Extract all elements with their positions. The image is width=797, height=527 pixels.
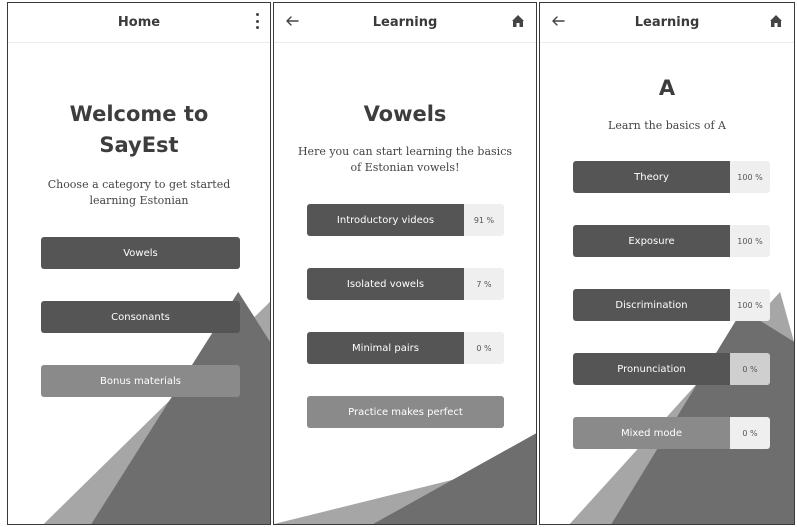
item-label: Introductory videos	[307, 204, 464, 236]
top-app-bar: Learning	[540, 3, 794, 43]
item-label: Pronunciation	[573, 353, 730, 385]
vowels-subtitle: Here you can start learning the basics o…	[274, 144, 536, 176]
home-subtitle: Choose a category to get started learnin…	[8, 177, 270, 209]
app-bar-title: Home	[117, 15, 161, 30]
home-subtitle-line2: learning Estonian	[89, 194, 189, 207]
arrow-left-icon[interactable]	[284, 13, 300, 29]
welcome-heading-line1: Welcome to	[69, 102, 209, 126]
theory-item[interactable]: Theory 100 %	[573, 161, 770, 193]
isolated-vowels-item[interactable]: Isolated vowels 7 %	[307, 268, 504, 300]
home-screen: Home Welcome to SayEst Choose a category…	[7, 2, 271, 525]
letter-heading: A	[658, 76, 676, 100]
letter-subtitle: Learn the basics of A	[608, 119, 726, 132]
vowels-screen: Learning Vowels Here you can start learn…	[273, 2, 537, 525]
item-percent: 0 %	[730, 353, 770, 385]
home-subtitle-line1: Choose a category to get started	[47, 178, 231, 191]
item-percent: 100 %	[730, 161, 770, 193]
item-label: Theory	[573, 161, 730, 193]
letter-a-screen: Learning A Learn the basics of A Theory …	[539, 2, 795, 525]
item-percent: 100 %	[730, 225, 770, 257]
item-percent: 7 %	[464, 268, 504, 300]
item-label: Mixed mode	[573, 417, 730, 449]
top-app-bar: Home	[8, 3, 270, 43]
discrimination-item[interactable]: Discrimination 100 %	[573, 289, 770, 321]
practice-makes-perfect-button[interactable]: Practice makes perfect	[307, 396, 504, 428]
home-icon[interactable]	[768, 13, 784, 29]
minimal-pairs-item[interactable]: Minimal pairs 0 %	[307, 332, 504, 364]
arrow-left-icon[interactable]	[550, 13, 566, 29]
app-bar-title: Learning	[372, 15, 438, 30]
item-label: Exposure	[573, 225, 730, 257]
welcome-heading: Welcome to SayEst	[8, 99, 270, 161]
pronunciation-item[interactable]: Pronunciation 0 %	[573, 353, 770, 385]
introductory-videos-item[interactable]: Introductory videos 91 %	[307, 204, 504, 236]
mixed-mode-item[interactable]: Mixed mode 0 %	[573, 417, 770, 449]
more-vertical-icon[interactable]	[254, 12, 260, 30]
item-label: Minimal pairs	[307, 332, 464, 364]
item-label: Discrimination	[573, 289, 730, 321]
vowels-subtitle-line2: of Estonian vowels!	[350, 161, 460, 174]
welcome-heading-line2: SayEst	[99, 133, 179, 157]
bonus-materials-button[interactable]: Bonus materials	[41, 365, 240, 397]
background-decoration	[274, 433, 536, 524]
consonants-button[interactable]: Consonants	[41, 301, 240, 333]
app-bar-title: Learning	[634, 15, 700, 30]
vowels-subtitle-line1: Here you can start learning the basics	[297, 145, 513, 158]
vowels-heading: Vowels	[363, 102, 447, 126]
item-percent: 0 %	[464, 332, 504, 364]
exposure-item[interactable]: Exposure 100 %	[573, 225, 770, 257]
item-label: Isolated vowels	[307, 268, 464, 300]
item-percent: 91 %	[464, 204, 504, 236]
home-icon[interactable]	[510, 13, 526, 29]
item-percent: 100 %	[730, 289, 770, 321]
top-app-bar: Learning	[274, 3, 536, 43]
vowels-button[interactable]: Vowels	[41, 237, 240, 269]
item-percent: 0 %	[730, 417, 770, 449]
